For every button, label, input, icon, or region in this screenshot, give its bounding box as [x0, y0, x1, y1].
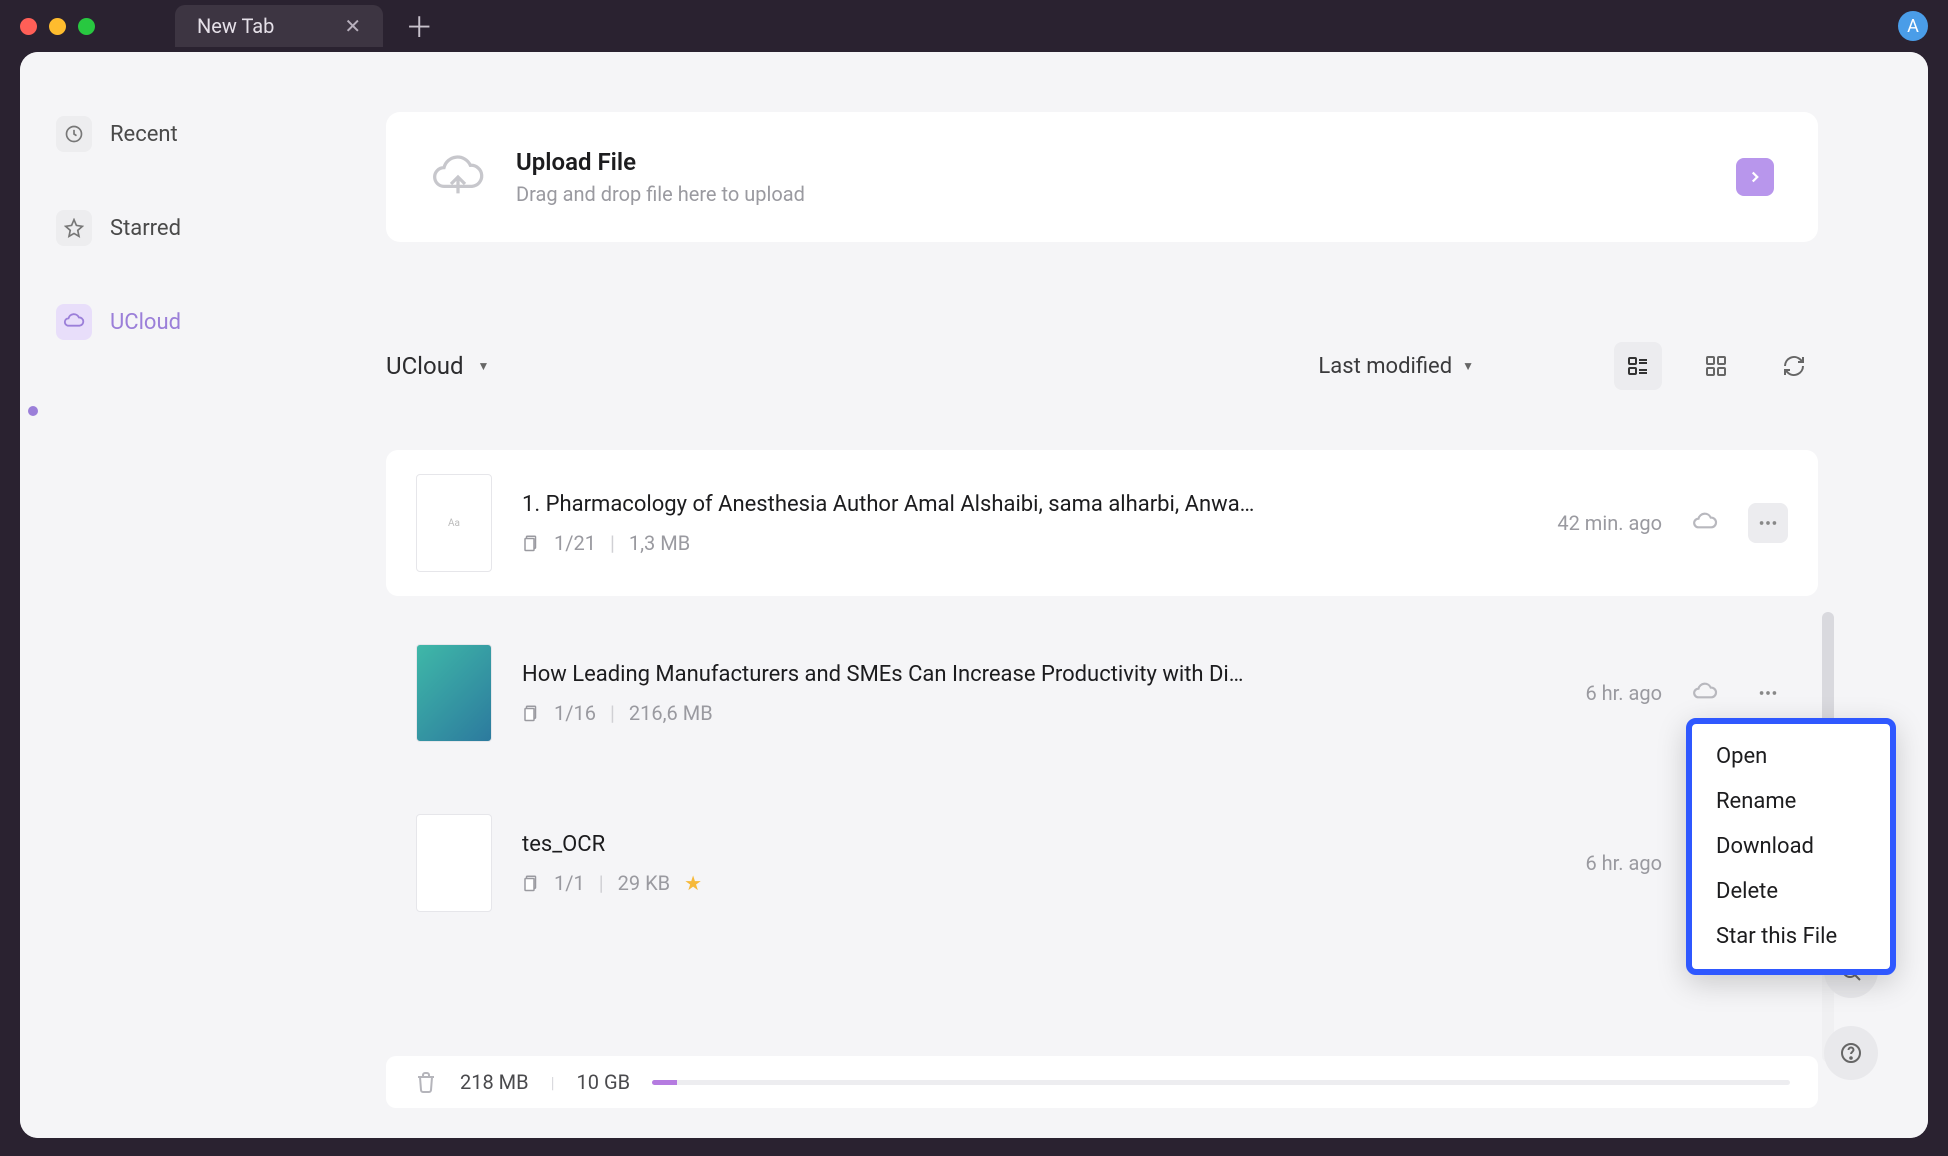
- file-more-button[interactable]: [1748, 673, 1788, 713]
- star-icon: [56, 210, 92, 246]
- minimize-window-button[interactable]: [49, 18, 66, 35]
- cloud-icon: [56, 304, 92, 340]
- help-fab[interactable]: [1824, 1026, 1878, 1080]
- file-time: 6 hr. ago: [1502, 681, 1662, 705]
- sort-label: Last modified: [1318, 354, 1452, 379]
- clock-icon: [56, 116, 92, 152]
- upload-card[interactable]: Upload File Drag and drop file here to u…: [386, 112, 1818, 242]
- breadcrumb-dropdown[interactable]: UCloud ▼: [386, 352, 489, 380]
- upload-title: Upload File: [516, 148, 805, 176]
- file-name: How Leading Manufacturers and SMEs Can I…: [522, 662, 1322, 687]
- ctx-rename[interactable]: Rename: [1692, 779, 1890, 824]
- file-thumbnail: [416, 814, 492, 912]
- new-tab-button[interactable]: ＋: [405, 6, 433, 46]
- storage-total: 10 GB: [577, 1070, 631, 1094]
- cloud-status-icon: [1692, 680, 1718, 706]
- file-pages: 1/16: [554, 701, 596, 725]
- ctx-open[interactable]: Open: [1692, 734, 1890, 779]
- toolbar: UCloud ▼ Last modified ▼: [386, 342, 1818, 390]
- tab-title: New Tab: [197, 14, 274, 38]
- view-controls: [1614, 342, 1818, 390]
- file-time: 42 min. ago: [1502, 511, 1662, 535]
- ctx-star[interactable]: Star this File: [1692, 914, 1890, 959]
- file-row[interactable]: Aa 1. Pharmacology of Anesthesia Author …: [386, 450, 1818, 596]
- active-indicator-dot: [28, 406, 38, 416]
- upload-subtitle: Drag and drop file here to upload: [516, 182, 805, 206]
- storage-progress: [652, 1080, 1790, 1085]
- upload-button[interactable]: [1736, 158, 1774, 196]
- sidebar-item-starred[interactable]: Starred: [38, 196, 258, 260]
- sidebar-item-recent[interactable]: Recent: [38, 102, 258, 166]
- close-tab-icon[interactable]: ✕: [344, 14, 361, 38]
- file-more-button[interactable]: [1748, 503, 1788, 543]
- sidebar: Recent Starred UCloud: [20, 52, 276, 1138]
- chevron-down-icon: ▼: [477, 359, 489, 373]
- sidebar-item-label: Starred: [110, 216, 181, 241]
- ctx-delete[interactable]: Delete: [1692, 869, 1890, 914]
- file-name: tes_OCR: [522, 832, 1322, 857]
- file-pages: 1/21: [554, 531, 596, 555]
- list-view-button[interactable]: [1614, 342, 1662, 390]
- file-thumbnail: Aa: [416, 474, 492, 572]
- trash-icon[interactable]: [414, 1070, 438, 1094]
- file-list: Aa 1. Pharmacology of Anesthesia Author …: [386, 450, 1818, 1108]
- file-meta: 1/21 | 1,3 MB: [522, 531, 1472, 555]
- pages-icon: [522, 534, 540, 552]
- storage-used: 218 MB: [460, 1070, 529, 1094]
- context-menu: Open Rename Download Delete Star this Fi…: [1686, 718, 1896, 975]
- file-size: 216,6 MB: [629, 701, 713, 725]
- pages-icon: [522, 874, 540, 892]
- upload-cloud-icon: [430, 149, 486, 205]
- chevron-down-icon: ▼: [1462, 359, 1474, 373]
- grid-view-button[interactable]: [1692, 342, 1740, 390]
- file-size: 29 KB: [618, 871, 670, 895]
- breadcrumb-label: UCloud: [386, 352, 463, 380]
- ctx-download[interactable]: Download: [1692, 824, 1890, 869]
- star-icon: ★: [684, 871, 702, 895]
- app-window: Recent Starred UCloud Upload File Drag a…: [20, 52, 1928, 1138]
- sidebar-item-ucloud[interactable]: UCloud: [38, 290, 258, 354]
- traffic-lights: [20, 18, 95, 35]
- user-avatar[interactable]: A: [1898, 11, 1928, 41]
- main-content: Upload File Drag and drop file here to u…: [276, 52, 1928, 1138]
- close-window-button[interactable]: [20, 18, 37, 35]
- file-time: 6 hr. ago: [1502, 851, 1662, 875]
- refresh-button[interactable]: [1770, 342, 1818, 390]
- file-meta: 1/1 | 29 KB ★: [522, 871, 1472, 895]
- file-size: 1,3 MB: [629, 531, 690, 555]
- storage-bar: 218 MB | 10 GB: [386, 1056, 1818, 1108]
- upload-text: Upload File Drag and drop file here to u…: [516, 148, 805, 206]
- file-name: 1. Pharmacology of Anesthesia Author Ama…: [522, 492, 1322, 517]
- file-meta: 1/16 | 216,6 MB: [522, 701, 1472, 725]
- pages-icon: [522, 704, 540, 722]
- file-row[interactable]: tes_OCR 1/1 | 29 KB ★ 6 hr. ago: [386, 790, 1818, 936]
- file-thumbnail: [416, 644, 492, 742]
- browser-tab[interactable]: New Tab ✕: [175, 5, 383, 47]
- sidebar-item-label: Recent: [110, 122, 178, 147]
- window-chrome: New Tab ✕ ＋ A: [0, 0, 1948, 52]
- file-row[interactable]: How Leading Manufacturers and SMEs Can I…: [386, 620, 1818, 766]
- sidebar-item-label: UCloud: [110, 310, 181, 335]
- sort-dropdown[interactable]: Last modified ▼: [1318, 354, 1474, 379]
- cloud-status-icon: [1692, 510, 1718, 536]
- file-pages: 1/1: [554, 871, 585, 895]
- maximize-window-button[interactable]: [78, 18, 95, 35]
